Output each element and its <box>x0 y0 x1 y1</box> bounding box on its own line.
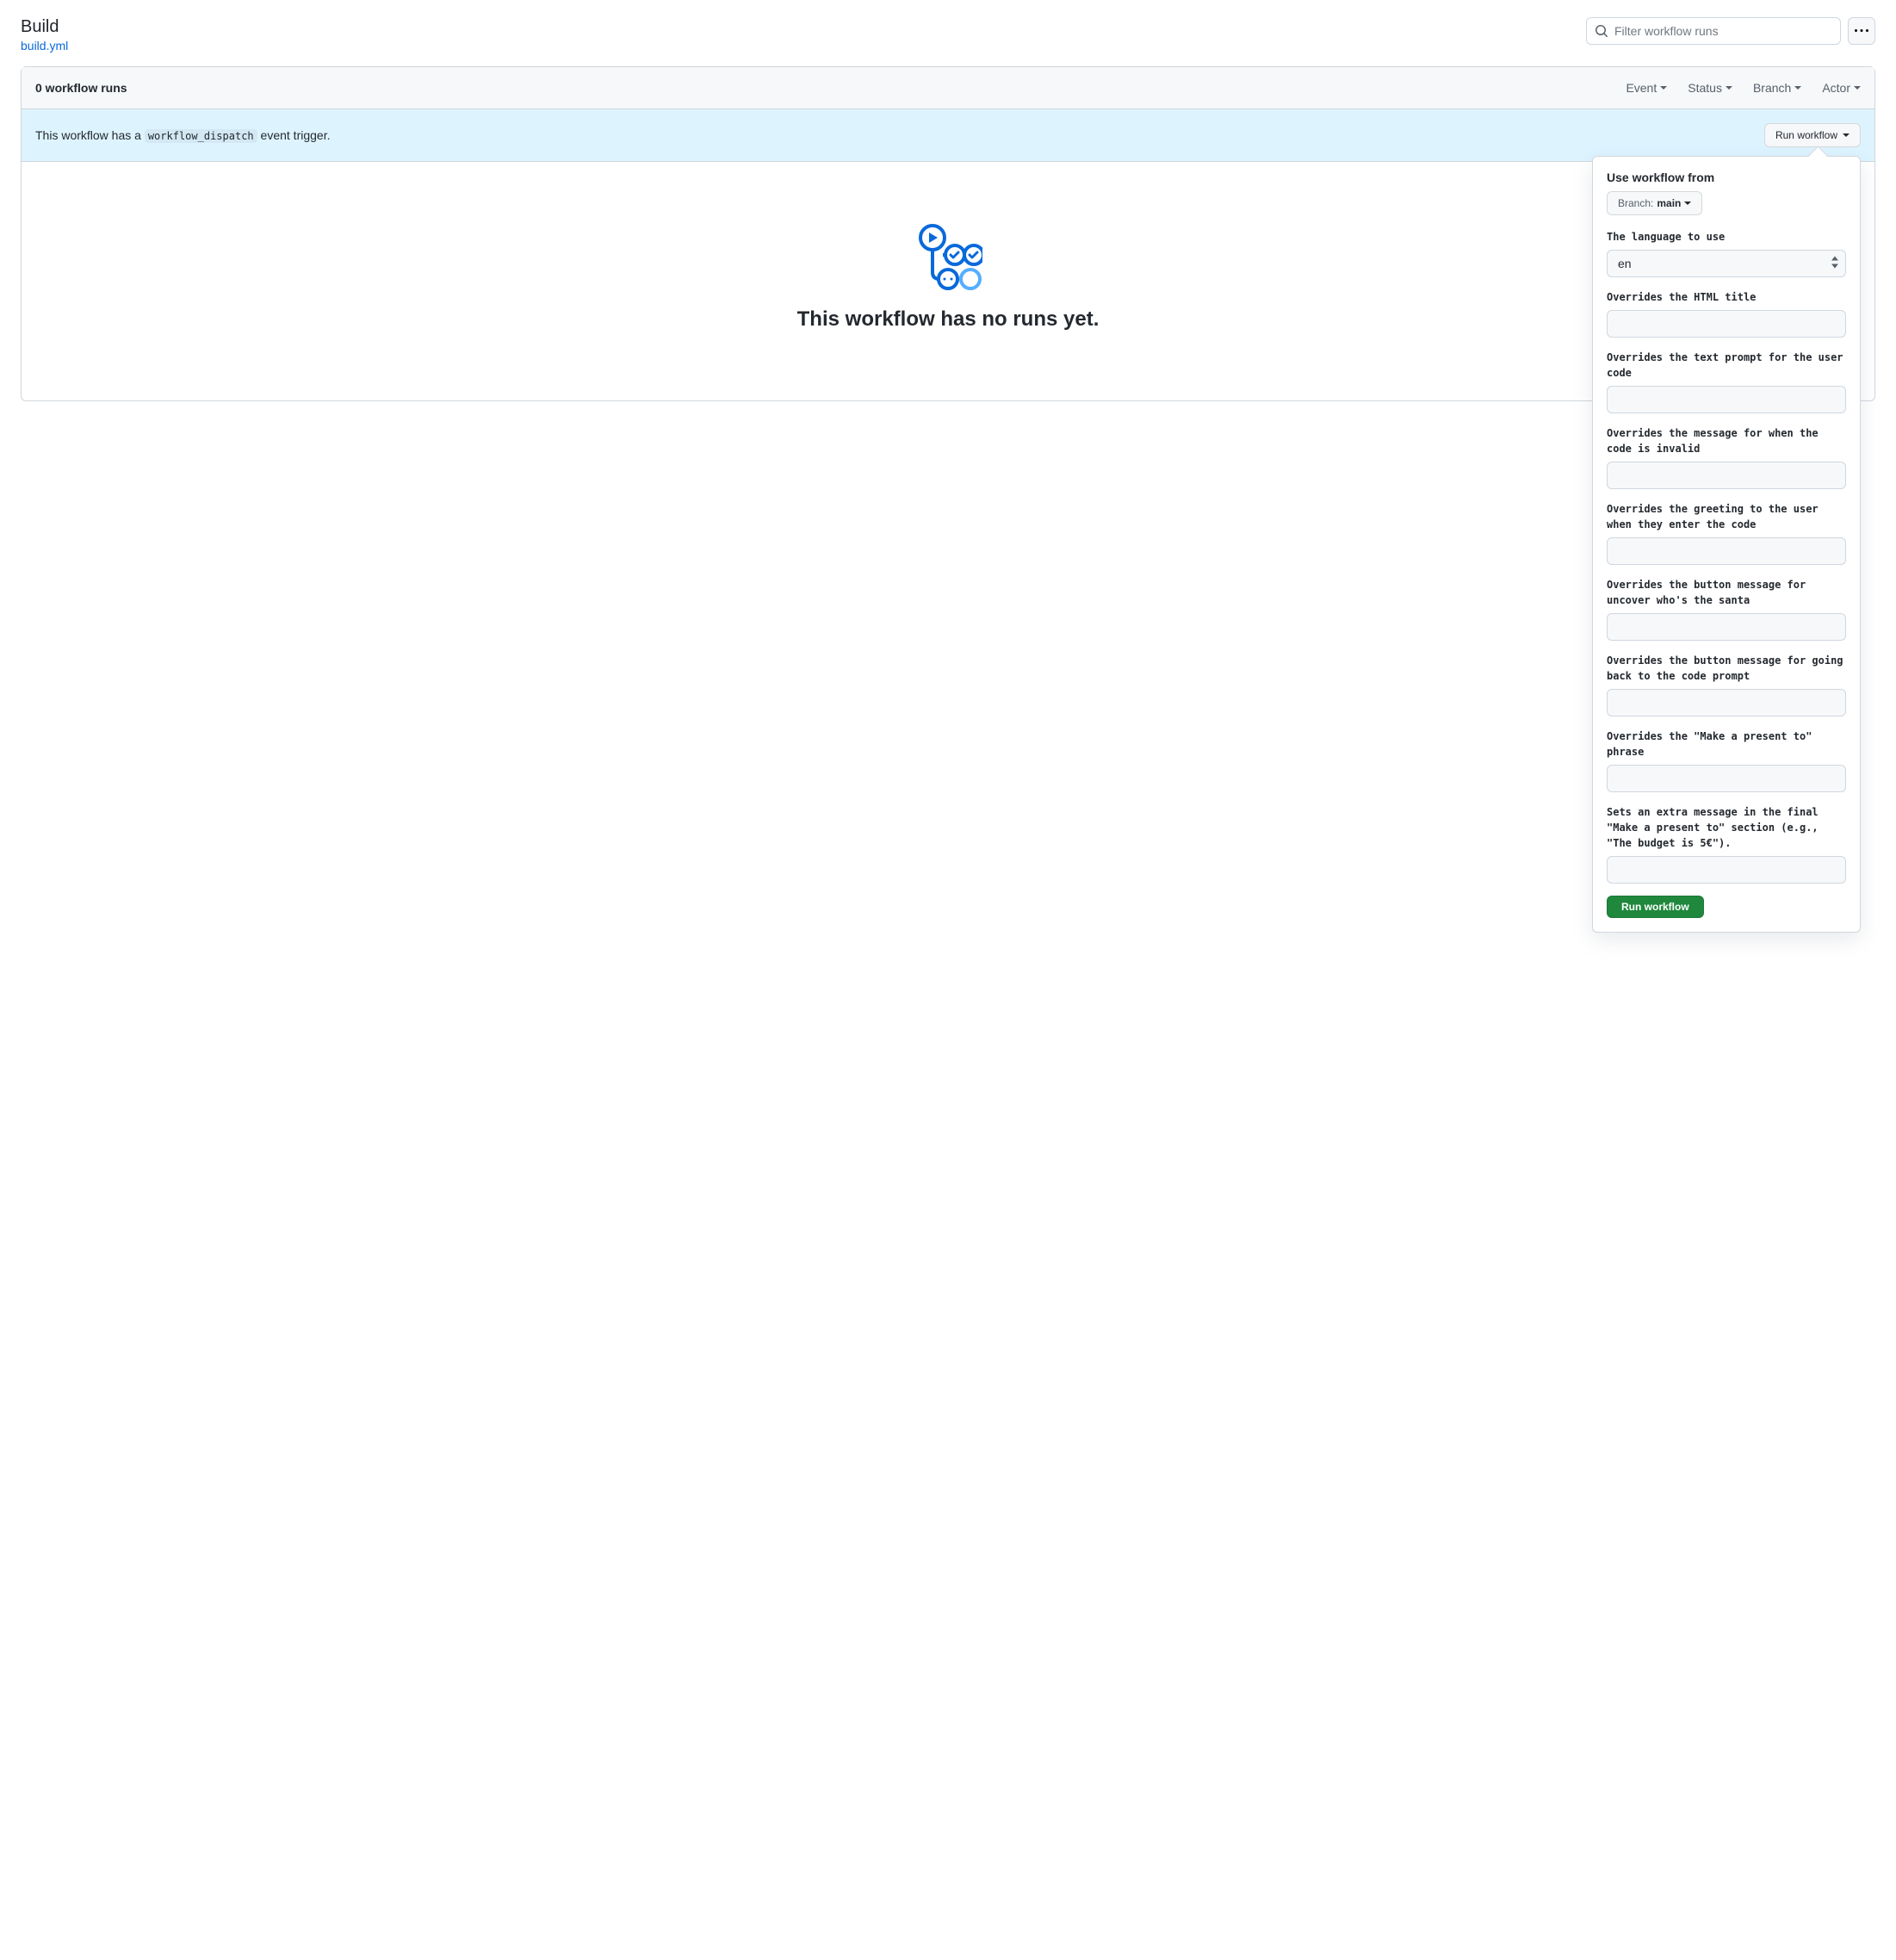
page-title: Build <box>21 17 68 37</box>
empty-heading: This workflow has no runs yet. <box>56 307 1840 332</box>
dispatch-code: workflow_dispatch <box>145 129 257 143</box>
workflow-file-link[interactable]: build.yml <box>21 39 68 53</box>
caret-down-icon <box>1854 86 1861 90</box>
caret-down-icon <box>1660 86 1667 90</box>
kebab-icon <box>1855 24 1868 38</box>
form-text-input[interactable] <box>1607 537 1846 565</box>
run-workflow-popover: Use workflow from Branch: main The langu… <box>1592 156 1861 933</box>
workflow-empty-icon <box>914 222 982 291</box>
form-field-label: Overrides the HTML title <box>1607 289 1846 305</box>
form-field-label: Overrides the text prompt for the user c… <box>1607 350 1846 381</box>
filter-event[interactable]: Event <box>1626 81 1667 95</box>
form-text-input[interactable] <box>1607 310 1846 338</box>
caret-down-icon <box>1794 86 1801 90</box>
form-text-input[interactable] <box>1607 613 1846 641</box>
form-field-label: Overrides the button message for going b… <box>1607 653 1846 684</box>
form-text-input[interactable] <box>1607 386 1846 413</box>
form-field-label: Overrides the greeting to the user when … <box>1607 501 1846 532</box>
form-field-label: The language to use <box>1607 229 1846 245</box>
form-text-input[interactable] <box>1607 856 1846 884</box>
run-workflow-submit[interactable]: Run workflow <box>1607 896 1704 918</box>
more-options-button[interactable] <box>1848 17 1875 45</box>
form-field-label: Overrides the message for when the code … <box>1607 425 1846 456</box>
branch-selector[interactable]: Branch: main <box>1607 191 1702 215</box>
run-workflow-dropdown[interactable]: Run workflow <box>1764 123 1861 147</box>
language-select[interactable]: en <box>1607 250 1846 277</box>
dispatch-info: This workflow has a workflow_dispatch ev… <box>35 128 330 142</box>
form-field-label: Overrides the "Make a present to" phrase <box>1607 729 1846 760</box>
use-workflow-from-label: Use workflow from <box>1607 171 1846 184</box>
runs-count: 0 workflow runs <box>35 81 127 95</box>
caret-down-icon <box>1843 133 1850 137</box>
workflow-runs-panel: 0 workflow runs Event Status Branch Acto… <box>21 66 1875 401</box>
form-field-label: Sets an extra message in the final "Make… <box>1607 804 1846 851</box>
filter-runs-input[interactable] <box>1586 17 1841 45</box>
filter-status[interactable]: Status <box>1688 81 1732 95</box>
filter-actor[interactable]: Actor <box>1822 81 1861 95</box>
form-text-input[interactable] <box>1607 462 1846 489</box>
caret-down-icon <box>1684 202 1691 205</box>
caret-down-icon <box>1726 86 1732 90</box>
form-text-input[interactable] <box>1607 765 1846 792</box>
search-icon <box>1595 24 1608 38</box>
filter-branch[interactable]: Branch <box>1753 81 1801 95</box>
form-field-label: Overrides the button message for uncover… <box>1607 577 1846 608</box>
form-text-input[interactable] <box>1607 689 1846 716</box>
